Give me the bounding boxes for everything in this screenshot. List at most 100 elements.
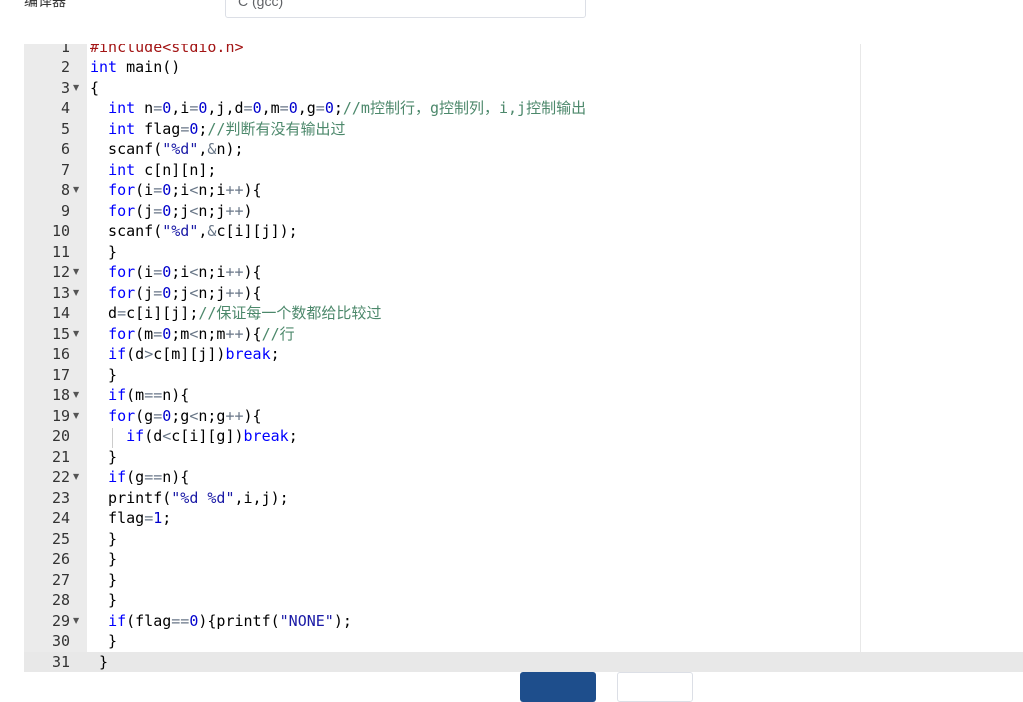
code-text: } [90,591,118,609]
code-text: if(g==n){ [108,468,190,486]
code-line[interactable]: 29 ▼ if(flag==0){printf("NONE"); [24,611,1023,632]
code-text: { [90,78,100,97]
code-text: for(m=0;m<n;m++){//行 [108,324,295,343]
code-line[interactable]: 18 ▼ if(m==n){ [24,385,1023,406]
code-line[interactable]: 6 scanf("%d",&n); [24,139,1023,160]
code-line[interactable]: 16 if(d>c[m][j])break; [24,344,1023,365]
code-text: } [90,365,118,384]
code-line[interactable]: 13 ▼ for(j=0;j<n;j++){ [24,283,1023,304]
code-line[interactable]: 24 flag=1; [24,508,1023,529]
code-line[interactable]: 20 if(d<c[i][g])break; [24,426,1023,447]
code-line[interactable]: 31 } [24,651,1023,672]
code-text: int c[n][n]; [108,160,217,179]
line-number: 3 [60,78,70,97]
code-text: int n=0,i=0,j,d=0,m=0,g=0;//m控制行，g控制列，i,… [108,99,587,117]
line-number: 1 [60,44,70,56]
code-line[interactable]: 12 ▼ for(i=0;i<n;i++){ [24,262,1023,283]
fold-arrow-icon[interactable]: ▼ [73,78,79,99]
line-number: 27 [51,570,70,589]
line-number: 4 [60,99,70,117]
line-number: 20 [51,427,70,445]
line-number: 5 [60,119,70,138]
fold-arrow-icon[interactable]: ▼ [73,406,79,427]
code-line[interactable]: 10 scanf("%d",&c[i][j]); [24,221,1023,242]
line-number: 11 [51,242,70,261]
code-line[interactable]: 22 ▼ if(g==n){ [24,467,1023,488]
code-text: for(g=0;g<n;g++){ [108,406,262,425]
code-text: for(j=0;j<n;j++) [108,201,253,220]
line-number: 12 [51,263,70,281]
code-text: } [90,447,118,466]
code-line[interactable]: 25 } [24,529,1023,550]
code-text: if(d>c[m][j])break; [108,345,280,363]
code-line[interactable]: 5 int flag=0;//判断有没有输出过 [24,119,1023,140]
fold-arrow-icon[interactable]: ▼ [73,385,79,406]
code-text: int flag=0;//判断有没有输出过 [108,119,346,138]
code-text: if(flag==0){printf("NONE"); [108,611,352,630]
line-number: 10 [51,222,70,240]
fold-arrow-icon[interactable]: ▼ [73,467,79,488]
code-line[interactable]: 2 int main() [24,57,1023,78]
code-text: } [90,632,118,650]
line-number: 25 [51,529,70,548]
code-line[interactable]: 27 } [24,570,1023,591]
code-line[interactable]: 9 for(j=0;j<n;j++) [24,201,1023,222]
line-number: 26 [51,550,70,568]
line-number: 28 [51,591,70,609]
line-number: 15 [51,324,70,343]
line-number: 13 [51,283,70,302]
code-line[interactable]: 28 } [24,590,1023,611]
compiler-label: 编译器 [24,0,66,10]
code-text: for(i=0;i<n;i++){ [108,263,262,281]
code-text: } [90,652,109,671]
code-text: d=c[i][j];//保证每一个数都给比较过 [90,304,382,322]
code-text: for(j=0;j<n;j++){ [108,283,262,302]
code-text: int main() [90,58,181,76]
compiler-select[interactable]: C (gcc) ⌵ [225,0,586,18]
code-line[interactable]: 11 } [24,242,1023,263]
fold-arrow-icon[interactable]: ▼ [73,262,79,283]
code-line[interactable]: 17 } [24,365,1023,386]
code-text: } [90,570,118,589]
code-line[interactable]: 4 int n=0,i=0,j,d=0,m=0,g=0;//m控制行，g控制列，… [24,98,1023,119]
line-number: 9 [60,201,70,220]
code-text: } [90,529,118,548]
submit-button[interactable] [520,672,596,702]
code-text: scanf("%d",&c[i][j]); [90,222,298,240]
chevron-down-icon: ⌵ [563,0,571,4]
line-number: 6 [60,140,70,158]
code-line[interactable]: 19 ▼ for(g=0;g<n;g++){ [24,406,1023,427]
code-editor[interactable]: 1 #include<stdio.h> 2 int main() 3 ▼{4 int n=… [24,44,1023,672]
line-number: 2 [60,58,70,76]
code-line[interactable]: 3 ▼ { [24,78,1023,99]
code-text: flag=1; [90,509,172,527]
line-number: 14 [51,304,70,322]
line-number: 30 [51,632,70,650]
fold-arrow-icon[interactable]: ▼ [73,283,79,304]
line-number: 17 [51,365,70,384]
code-line[interactable]: 15 ▼ for(m=0;m<n;m++){//行 [24,324,1023,345]
code-text: if(d<c[i][g])break; [126,427,298,445]
line-number: 18 [51,386,70,404]
secondary-button[interactable] [617,672,693,702]
line-number: 21 [51,447,70,466]
code-line[interactable]: 21 } [24,447,1023,468]
line-number: 29 [51,611,70,630]
fold-arrow-icon[interactable]: ▼ [73,324,79,345]
line-number: 8 [60,181,70,199]
code-line[interactable]: 30 } [24,631,1023,652]
code-text: } [90,550,118,568]
code-text: for(i=0;i<n;i++){ [108,181,262,199]
code-line[interactable]: 23 printf("%d %d",i,j); [24,488,1023,509]
code-line[interactable]: 7 int c[n][n]; [24,160,1023,181]
code-text: } [90,242,118,261]
code-line[interactable]: 8 ▼ for(i=0;i<n;i++){ [24,180,1023,201]
line-number: 22 [51,468,70,486]
code-text: if(m==n){ [108,386,190,404]
fold-arrow-icon[interactable]: ▼ [73,180,79,201]
code-line[interactable]: 26 } [24,549,1023,570]
fold-arrow-icon[interactable]: ▼ [73,611,79,632]
code-line[interactable]: 14 d=c[i][j];//保证每一个数都给比较过 [24,303,1023,324]
line-number: 19 [51,406,70,425]
code-line[interactable]: 1 #include<stdio.h> [24,44,1023,57]
